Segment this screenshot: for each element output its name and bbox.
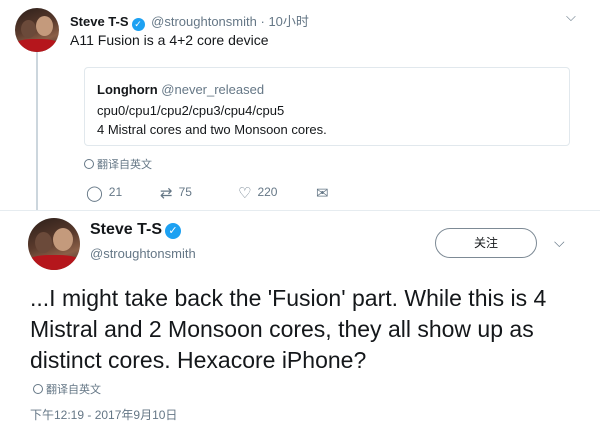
quoted-text-line: 4 Mistral cores and two Monsoon cores. bbox=[97, 122, 327, 137]
heart-icon: ♡ bbox=[238, 185, 252, 202]
reply-button[interactable]: ◯ 21 bbox=[86, 184, 122, 202]
retweet-icon: ⇄ bbox=[160, 185, 173, 202]
tweet-timestamp[interactable]: 下午12:19 - 2017年9月10日 bbox=[30, 406, 177, 423]
follow-button[interactable]: 关注 bbox=[435, 228, 537, 258]
translate-link[interactable]: 翻译自英文 bbox=[33, 381, 101, 397]
author-handle[interactable]: @stroughtonsmith bbox=[151, 14, 257, 29]
avatar-face-right bbox=[53, 228, 73, 251]
verified-badge-icon: ✓ bbox=[165, 223, 182, 239]
chevron-down-icon[interactable]: ⌵ bbox=[566, 9, 576, 25]
quoted-tweet-header: Longhorn @never_released bbox=[97, 82, 264, 97]
quoted-author-name: Longhorn bbox=[97, 82, 158, 97]
divider bbox=[0, 210, 600, 211]
avatar-shirt bbox=[28, 255, 80, 270]
author-name[interactable]: Steve T-S bbox=[90, 221, 162, 238]
main-tweet-text: ...I might take back the 'Fusion' part. … bbox=[30, 285, 547, 373]
direct-message-button[interactable]: ✉ bbox=[316, 184, 335, 202]
reply-icon: ◯ bbox=[86, 185, 103, 202]
thread-connector-line bbox=[36, 50, 38, 210]
globe-icon bbox=[84, 159, 94, 169]
tweet-header: Steve T-S ✓ @stroughtonsmith · 10小时 bbox=[70, 11, 309, 31]
chevron-down-icon[interactable]: ⌵ bbox=[554, 234, 565, 251]
tweet-text: A11 Fusion is a 4+2 core device bbox=[70, 32, 269, 48]
verified-badge-icon: ✓ bbox=[131, 18, 145, 31]
author-handle[interactable]: @stroughtonsmith bbox=[90, 246, 196, 261]
retweet-count: 75 bbox=[178, 185, 192, 199]
avatar[interactable] bbox=[15, 8, 59, 52]
translate-label: 翻译自英文 bbox=[97, 159, 152, 171]
reply-count: 21 bbox=[108, 185, 123, 199]
quoted-tweet-card[interactable]: Longhorn @never_released cpu0/cpu1/cpu2/… bbox=[84, 67, 570, 146]
retweet-button[interactable]: ⇄ 75 bbox=[160, 184, 192, 202]
like-button[interactable]: ♡ 220 bbox=[238, 184, 277, 202]
separator-dot: · bbox=[260, 14, 265, 29]
thread-tweet[interactable]: Steve T-S ✓ @stroughtonsmith · 10小时 ⌵ A11… bbox=[0, 0, 600, 210]
avatar-shirt bbox=[15, 39, 59, 52]
avatar[interactable] bbox=[28, 218, 80, 270]
quoted-text-line: cpu0/cpu1/cpu2/cpu3/cpu4/cpu5 bbox=[97, 103, 285, 118]
globe-icon bbox=[33, 384, 43, 394]
avatar-face-right bbox=[36, 16, 53, 36]
author-name[interactable]: Steve T-S bbox=[70, 14, 129, 29]
like-count: 220 bbox=[257, 185, 278, 199]
main-author-name-row: Steve T-S ✓ bbox=[90, 221, 184, 239]
translate-link[interactable]: 翻译自英文 bbox=[84, 156, 152, 172]
envelope-icon: ✉ bbox=[316, 185, 329, 202]
tweet-time[interactable]: 10小时 bbox=[268, 14, 308, 29]
translate-label: 翻译自英文 bbox=[46, 384, 101, 396]
quoted-author-handle: @never_released bbox=[161, 82, 265, 97]
avatar-face-left bbox=[21, 20, 36, 38]
avatar-face-left bbox=[35, 232, 52, 253]
